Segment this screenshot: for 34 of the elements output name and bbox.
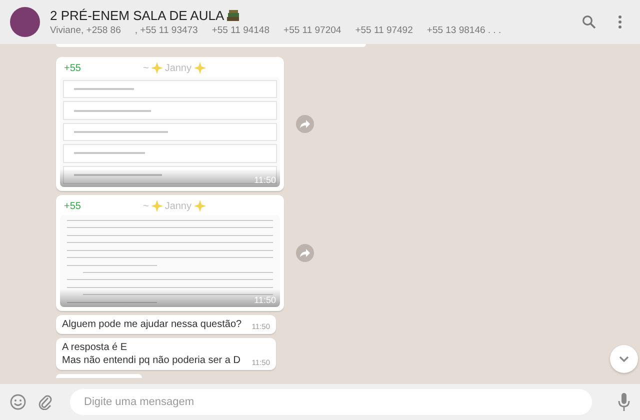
- sender-name: ~: [142, 200, 149, 212]
- sparkle-icon: [194, 62, 206, 74]
- participant-number: Viviane, +258 86: [50, 25, 121, 36]
- microphone-icon[interactable]: [618, 393, 630, 411]
- sender-number: +55: [64, 62, 81, 74]
- sender-name: ~: [142, 62, 149, 74]
- chevron-down-icon: [619, 356, 629, 362]
- menu-icon[interactable]: [618, 15, 622, 29]
- books-icon: [226, 10, 240, 22]
- participant-number: , +55 11 93473: [134, 25, 198, 36]
- message-time: 11:50: [254, 295, 276, 305]
- message-text: A resposta é E Mas não entendi pq não poderia ser a D: [62, 341, 240, 367]
- sender-name: Janny: [164, 200, 192, 212]
- message-text: Alguem pode me ajudar nessa questão?: [62, 318, 242, 331]
- message-time: 11:50: [254, 175, 276, 185]
- sender-name: Janny: [164, 62, 192, 74]
- participant-number: +55 11 97204: [284, 25, 342, 36]
- forward-arrow-icon: [300, 249, 310, 257]
- message-input[interactable]: Digite uma mensagem: [70, 389, 592, 415]
- sparkle-icon: [150, 62, 163, 74]
- forward-button[interactable]: [296, 115, 314, 133]
- forward-arrow-icon: [300, 120, 310, 128]
- paperclip-icon[interactable]: [38, 394, 52, 410]
- participant-number: +55 13 98146 . . .: [426, 25, 502, 36]
- emoji-icon[interactable]: [10, 394, 26, 410]
- sender-number: +55: [64, 200, 81, 212]
- sparkle-icon: [150, 200, 163, 212]
- group-avatar[interactable]: [10, 7, 40, 37]
- participant-number: +55 11 97492: [355, 25, 413, 36]
- chat-title: 2 PRÉ-ENEM SALA DE AULA: [50, 8, 224, 23]
- forward-button[interactable]: [296, 244, 314, 262]
- search-icon[interactable]: [582, 15, 596, 29]
- participant-number: +55 11 94148: [212, 25, 270, 36]
- sparkle-icon: [194, 200, 206, 212]
